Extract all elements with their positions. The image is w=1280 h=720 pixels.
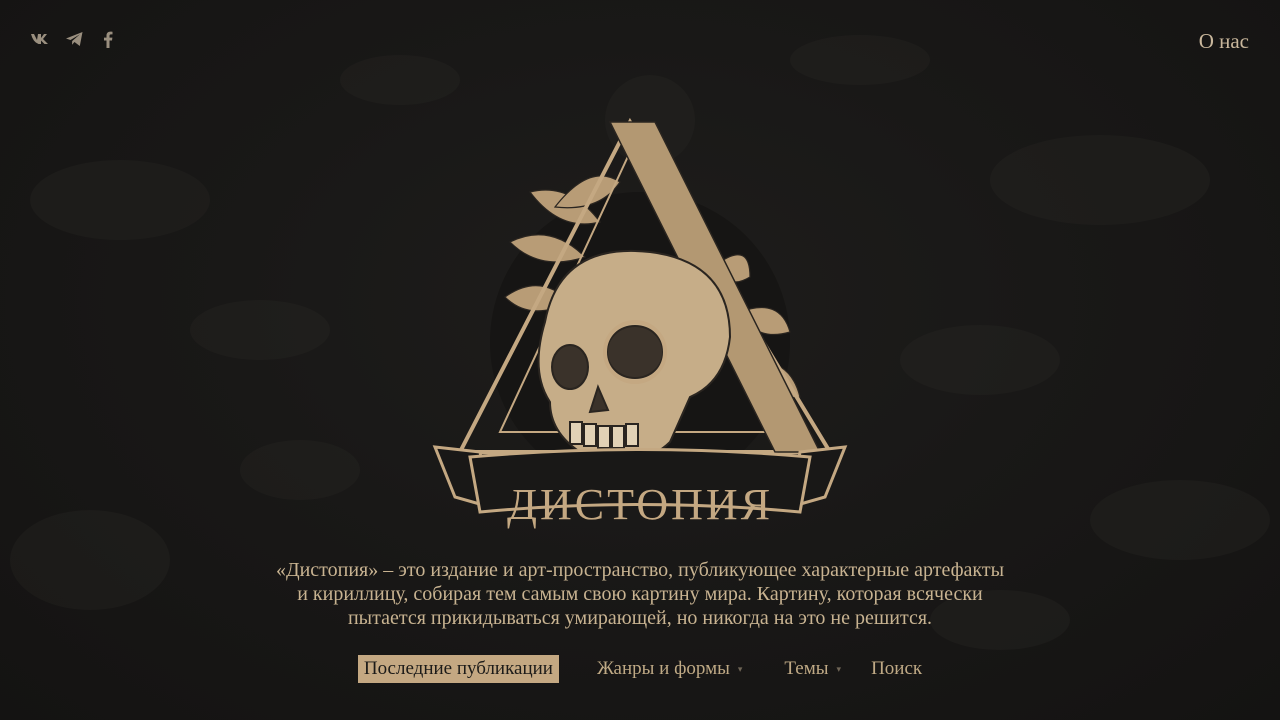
chevron-down-icon: ▾ bbox=[836, 663, 842, 674]
nav-genres-label: Жанры и формы bbox=[596, 658, 730, 679]
nav-topics-label: Темы bbox=[784, 658, 829, 679]
description-line: «Дистопия» – это издание и арт-пространс… bbox=[275, 559, 1005, 581]
social-links bbox=[30, 30, 118, 48]
facebook-icon[interactable] bbox=[98, 30, 118, 48]
about-link[interactable]: О нас bbox=[1199, 29, 1249, 54]
description-line: пытается прикидываться умирающей, но ник… bbox=[347, 607, 933, 629]
telegram-icon[interactable] bbox=[64, 30, 84, 48]
nav-search[interactable]: Поиск bbox=[871, 658, 922, 680]
nav-genres-and-forms[interactable]: Жанры и формы ▾ bbox=[597, 658, 742, 680]
nav-topics[interactable]: Темы ▾ bbox=[784, 658, 841, 680]
chevron-down-icon: ▾ bbox=[737, 663, 743, 674]
brand-name: ДИСТОПИЯ bbox=[506, 480, 774, 529]
nav-latest-publications[interactable]: Последние публикации bbox=[357, 655, 559, 683]
description-line: и кириллицу, собирая тем самым свою карт… bbox=[297, 583, 983, 605]
vk-icon[interactable] bbox=[30, 30, 50, 48]
dystopia-logo-emblem bbox=[432, 117, 848, 514]
site-description: «Дистопия» – это издание и арт-пространс… bbox=[220, 558, 1060, 630]
main-navigation: Последние публикации Жанры и формы ▾ Тем… bbox=[0, 655, 1280, 683]
